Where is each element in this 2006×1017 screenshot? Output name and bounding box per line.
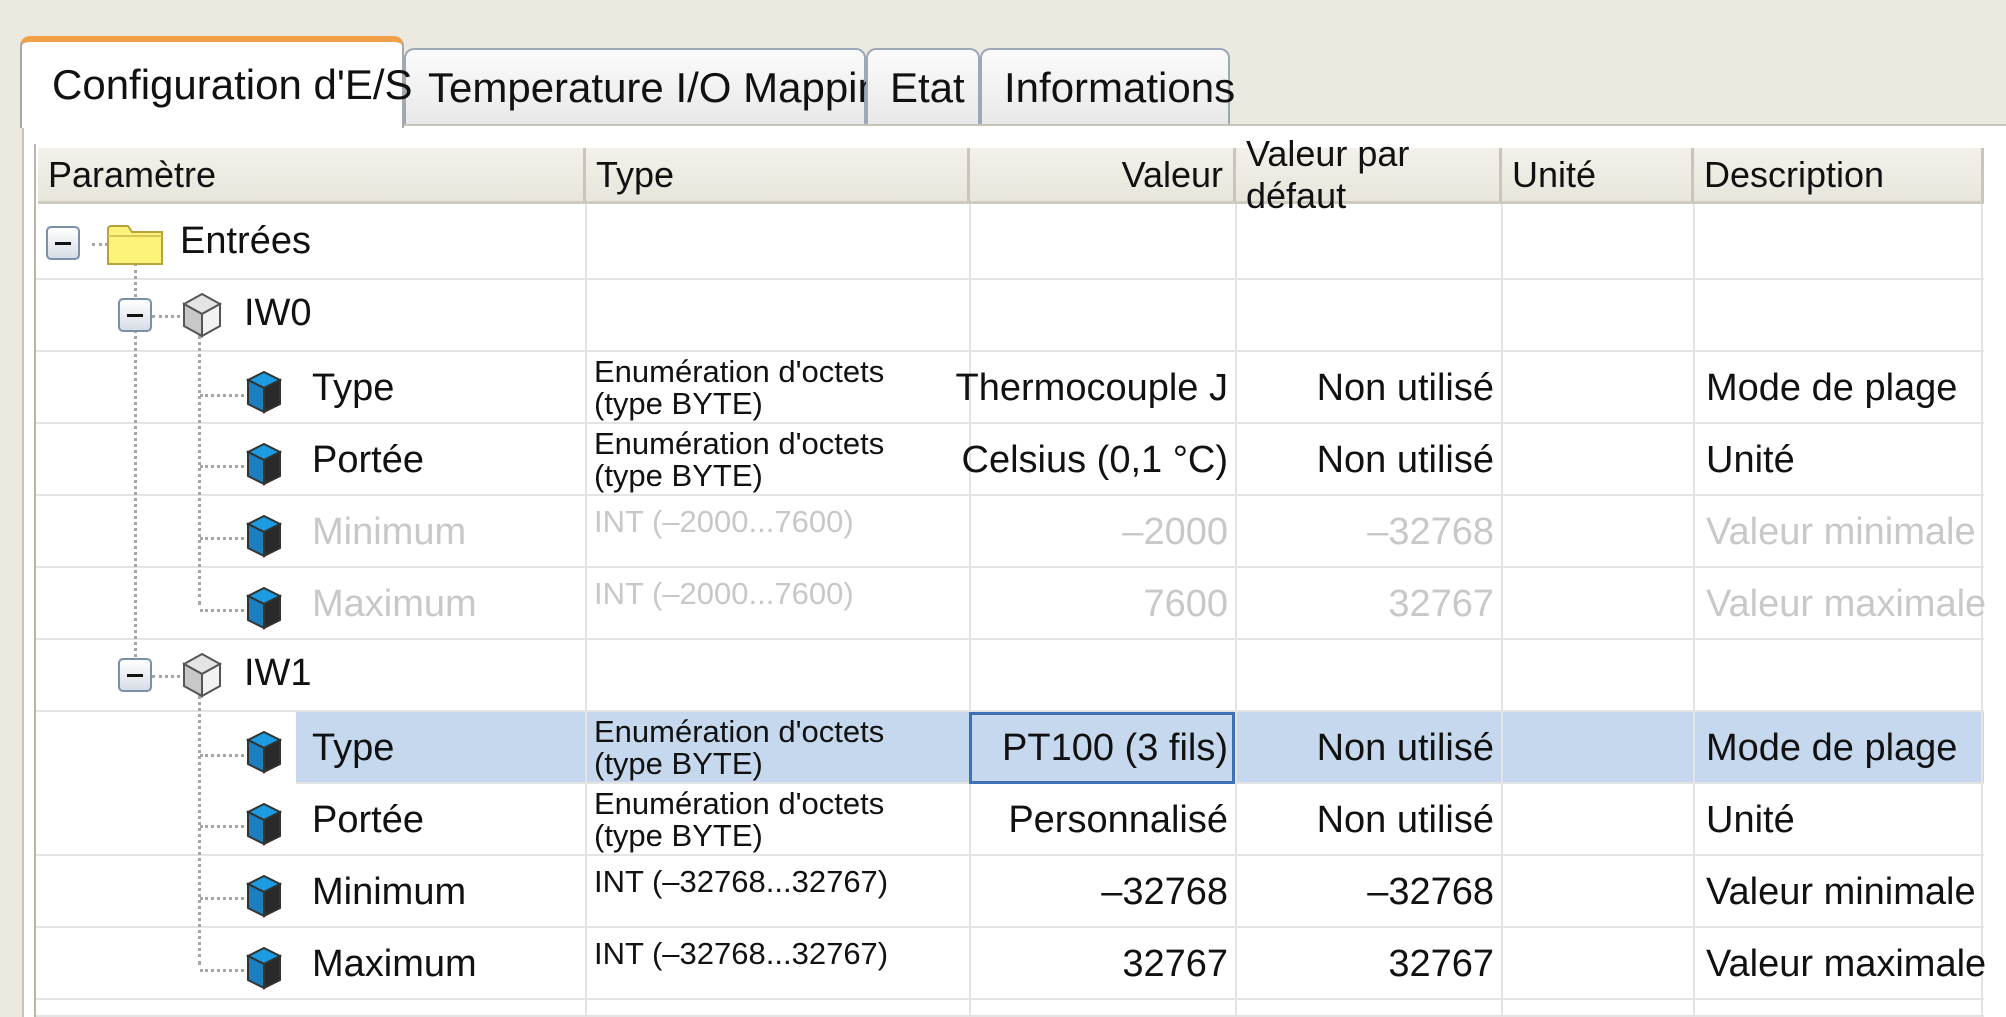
table-row — [36, 1000, 1984, 1017]
param-value[interactable]: Personnalisé — [970, 784, 1236, 856]
tree-label-iw1: IW1 — [244, 652, 312, 694]
tree-row-entrees[interactable] — [36, 208, 1984, 280]
param-value[interactable]: 32767 — [970, 928, 1236, 1000]
blue-cube-icon — [246, 514, 282, 558]
param-default: Non utilisé — [1316, 798, 1494, 841]
blue-cube-icon — [246, 874, 282, 918]
tree-connector — [198, 335, 201, 605]
column-header-label: Type — [596, 153, 675, 195]
column-header-label: Valeur par défaut — [1246, 132, 1410, 216]
column-header-type[interactable]: Type — [586, 148, 970, 204]
param-type: Enumération d'octets (type BYTE) — [594, 354, 885, 421]
param-description: Valeur maximale — [1706, 582, 1987, 625]
tab-label: Configuration d'E/S — [52, 61, 413, 108]
tree-row-iw0[interactable] — [36, 280, 1984, 352]
param-type: Enumération d'octets (type BYTE) — [594, 426, 885, 493]
param-name: Portée — [312, 438, 424, 481]
tree-connector — [198, 695, 201, 965]
tab-configuration-es[interactable]: Configuration d'E/S — [20, 36, 413, 128]
blue-cube-icon — [246, 802, 282, 846]
column-header-label: Unité — [1512, 153, 1597, 195]
column-header-label: Valeur — [1121, 153, 1223, 195]
tree-connector — [200, 754, 244, 757]
column-header-label: Description — [1704, 153, 1885, 195]
collapse-iw1-button[interactable] — [118, 658, 152, 692]
column-header-description[interactable]: Description — [1694, 148, 1984, 204]
param-value: –2000 — [1122, 510, 1228, 553]
io-configuration-window: Temperature I/O Mapping Etat Information… — [0, 0, 2006, 1017]
blue-cube-icon — [246, 730, 282, 774]
param-default: Non utilisé — [1316, 366, 1494, 409]
param-type: INT (–32768...32767) — [594, 864, 889, 899]
param-description: Mode de plage — [1706, 366, 1958, 409]
param-description: Valeur maximale — [1706, 942, 1987, 985]
tree-connector — [200, 897, 244, 900]
tab-label: Informations — [1004, 64, 1236, 111]
blue-cube-icon — [246, 370, 282, 414]
param-value[interactable]: Celsius (0,1 °C) — [962, 424, 1236, 496]
param-type: Enumération d'octets (type BYTE) — [594, 714, 885, 781]
param-default: 32767 — [1388, 942, 1494, 985]
param-default: Non utilisé — [1316, 438, 1494, 481]
param-name: Type — [312, 366, 395, 409]
tree-connector — [200, 537, 244, 540]
tree-connector — [200, 394, 244, 397]
column-header-parametre[interactable]: Paramètre — [38, 148, 586, 204]
param-description: Unité — [1706, 798, 1795, 841]
collapse-entrees-button[interactable] — [46, 226, 80, 260]
param-value: 7600 — [1143, 582, 1228, 625]
grey-cube-icon — [182, 292, 222, 338]
tree-connector — [200, 969, 244, 972]
param-description: Mode de plage — [1706, 726, 1958, 769]
tree-connector — [200, 609, 244, 612]
param-name: Minimum — [312, 870, 467, 913]
column-header-unite[interactable]: Unité — [1502, 148, 1694, 204]
param-type: Enumération d'octets (type BYTE) — [594, 786, 885, 853]
column-header-valeur[interactable]: Valeur — [970, 148, 1236, 204]
tree-connector — [152, 675, 180, 678]
tree-row-iw1[interactable] — [36, 640, 1984, 712]
blue-cube-icon — [246, 442, 282, 486]
tree-label-iw0: IW0 — [244, 292, 312, 334]
blue-cube-icon — [246, 946, 282, 990]
param-name: Minimum — [312, 510, 467, 553]
param-name: Maximum — [312, 582, 477, 625]
folder-icon — [107, 225, 163, 265]
tree-connector — [200, 465, 244, 468]
param-type: INT (–2000...7600) — [594, 576, 854, 611]
param-description: Valeur minimale — [1706, 870, 1976, 913]
tab-informations[interactable]: Informations — [980, 48, 1235, 126]
param-default: –32768 — [1367, 870, 1494, 913]
param-default: Non utilisé — [1316, 726, 1494, 769]
collapse-iw0-button[interactable] — [118, 298, 152, 332]
param-value[interactable]: Thermocouple J — [956, 352, 1236, 424]
tab-etat[interactable]: Etat — [866, 48, 980, 126]
param-name: Maximum — [312, 942, 477, 985]
param-name: Portée — [312, 798, 424, 841]
param-description: Valeur minimale — [1706, 510, 1976, 553]
param-description: Unité — [1706, 438, 1795, 481]
param-value[interactable]: –32768 — [970, 856, 1236, 928]
param-value[interactable]: PT100 (3 fils) — [970, 712, 1236, 784]
column-header-label: Paramètre — [48, 153, 217, 195]
tab-label: Temperature I/O Mapping — [428, 64, 905, 111]
column-header-valeur-par-defaut[interactable]: Valeur par défaut — [1236, 133, 1502, 216]
tree-connector — [200, 825, 244, 828]
blue-cube-icon — [246, 586, 282, 630]
param-name: Type — [312, 726, 395, 769]
tab-label: Etat — [890, 64, 965, 111]
tree-label-entrees: Entrées — [180, 220, 311, 262]
param-type: INT (–2000...7600) — [594, 504, 854, 539]
param-default: 32767 — [1388, 582, 1494, 625]
grey-cube-icon — [182, 652, 222, 698]
tab-temperature-io-mapping[interactable]: Temperature I/O Mapping — [404, 48, 904, 126]
param-default: –32768 — [1367, 510, 1494, 553]
param-type: INT (–32768...32767) — [594, 936, 889, 971]
tree-connector — [152, 315, 180, 318]
column-divider — [1693, 204, 1695, 1017]
